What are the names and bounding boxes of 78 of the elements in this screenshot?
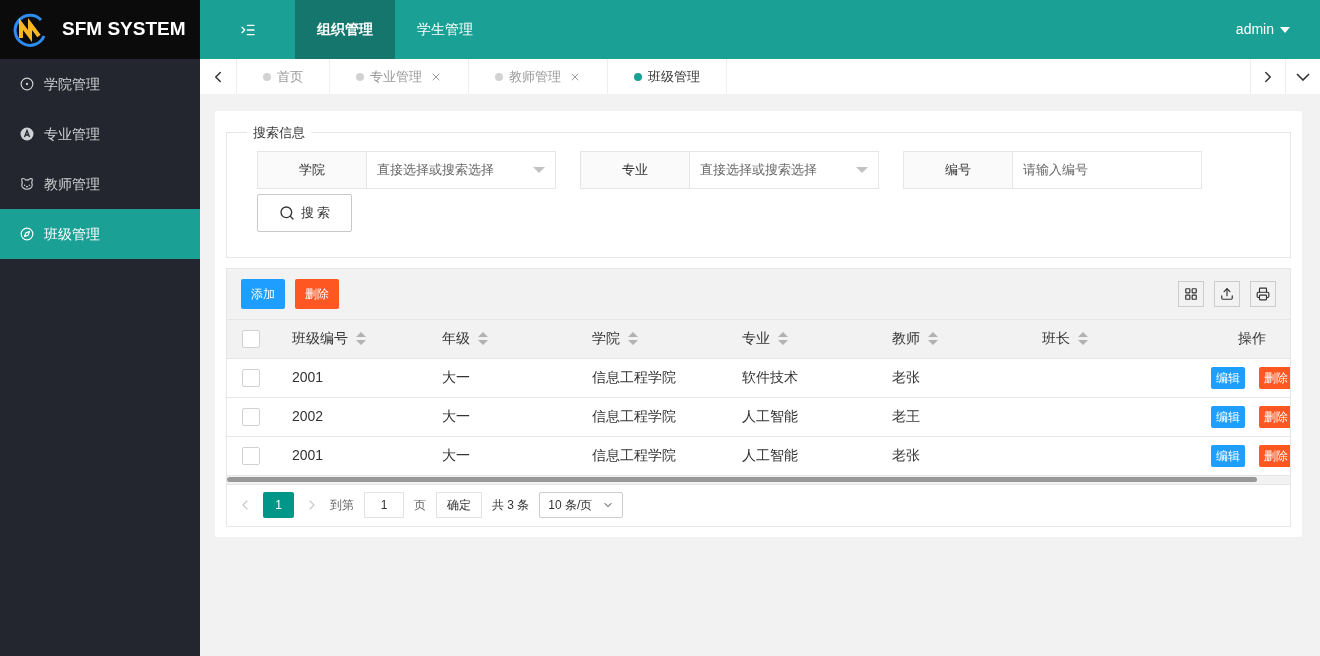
edit-button[interactable]: 编辑 xyxy=(1211,405,1245,428)
checkbox[interactable] xyxy=(242,368,260,387)
table-cell: 人工智能 xyxy=(742,447,798,463)
column-header: 班长 xyxy=(1042,329,1070,348)
sidebar-item[interactable]: 专业管理 xyxy=(0,109,200,159)
user-menu[interactable]: admin xyxy=(1235,0,1320,59)
table-cell: 信息工程学院 xyxy=(592,369,676,385)
table-cell: 大一 xyxy=(442,408,470,424)
export-icon[interactable] xyxy=(1214,280,1240,307)
column-header: 操作 xyxy=(1238,329,1266,348)
table-cell: 软件技术 xyxy=(742,369,798,385)
top-nav-tab[interactable]: 组织管理 xyxy=(295,0,395,59)
page-input[interactable]: 1 xyxy=(364,492,404,518)
delete-row-button[interactable]: 删除 xyxy=(1259,405,1290,428)
sort-icon xyxy=(478,332,488,345)
goto-label: 到第 xyxy=(330,497,354,514)
table-cell: 大一 xyxy=(442,369,470,385)
print-icon[interactable] xyxy=(1250,280,1276,307)
search-field[interactable]: 学院 直接选择或搜索选择 xyxy=(257,150,556,189)
logo-icon xyxy=(12,11,48,48)
add-button[interactable]: 添加 xyxy=(241,278,285,309)
page-tab[interactable]: 班级管理 xyxy=(608,59,727,94)
compass-icon xyxy=(20,227,34,241)
sort-icon xyxy=(778,332,788,345)
table-cell: 2002 xyxy=(292,408,324,424)
edit-button[interactable]: 编辑 xyxy=(1211,366,1245,389)
caret-icon xyxy=(1280,26,1290,33)
letter-a-icon xyxy=(20,127,34,141)
sort-icon xyxy=(628,332,638,345)
sidebar-item[interactable]: 班级管理 xyxy=(0,209,200,259)
page-size-select[interactable]: 10 条/页 xyxy=(539,492,624,518)
delete-row-button[interactable]: 删除 xyxy=(1259,444,1290,467)
column-header: 学院 xyxy=(592,329,620,348)
sidebar-item[interactable]: 学院管理 xyxy=(0,59,200,109)
horizontal-scrollbar[interactable] xyxy=(227,477,1257,482)
table-cell: 大一 xyxy=(442,447,470,463)
checkbox[interactable] xyxy=(242,446,260,465)
page-tab[interactable]: 首页 xyxy=(237,59,330,94)
search-field[interactable]: 编号 请输入编号 xyxy=(903,150,1202,189)
brand-title: SFM SYSTEM xyxy=(62,17,186,42)
dropdown-caret-icon xyxy=(856,166,868,173)
chevron-down-icon xyxy=(1296,72,1310,81)
column-header: 专业 xyxy=(742,329,770,348)
table-cell: 老王 xyxy=(892,408,920,424)
top-nav-tab[interactable]: 学生管理 xyxy=(395,0,495,59)
column-header: 班级编号 xyxy=(292,329,348,348)
delete-button[interactable]: 删除 xyxy=(295,278,339,309)
search-icon xyxy=(278,204,295,221)
cat-icon xyxy=(20,177,34,191)
columns-icon[interactable] xyxy=(1178,280,1204,307)
checkbox[interactable] xyxy=(242,407,260,426)
target-icon xyxy=(20,77,34,91)
dropdown-caret-icon xyxy=(533,166,545,173)
table-cell: 老张 xyxy=(892,369,920,385)
table-cell: 老张 xyxy=(892,447,920,463)
table-cell: 信息工程学院 xyxy=(592,447,676,463)
edit-button[interactable]: 编辑 xyxy=(1211,444,1245,467)
page-tab[interactable]: 教师管理 xyxy=(469,59,608,94)
checkbox[interactable] xyxy=(242,329,260,348)
total-count: 共 3 条 xyxy=(492,497,530,514)
column-header: 年级 xyxy=(442,329,470,348)
table-cell: 人工智能 xyxy=(742,408,798,424)
page-number[interactable]: 1 xyxy=(263,492,294,518)
table-cell: 信息工程学院 xyxy=(592,408,676,424)
table-cell: 2001 xyxy=(292,369,324,385)
page-tab[interactable]: 专业管理 xyxy=(330,59,469,94)
sort-icon xyxy=(1078,332,1088,345)
page-unit: 页 xyxy=(414,497,426,514)
sort-icon xyxy=(356,332,366,345)
column-header: 教师 xyxy=(892,329,920,348)
delete-row-button[interactable]: 删除 xyxy=(1259,366,1290,389)
search-legend: 搜索信息 xyxy=(247,123,311,143)
table-cell: 2001 xyxy=(292,447,324,463)
sidebar-item[interactable]: 教师管理 xyxy=(0,159,200,209)
search-field[interactable]: 专业 直接选择或搜索选择 xyxy=(580,150,879,189)
sort-icon xyxy=(928,332,938,345)
search-button[interactable]: 搜 索 xyxy=(257,193,352,232)
confirm-button[interactable]: 确定 xyxy=(436,492,482,518)
